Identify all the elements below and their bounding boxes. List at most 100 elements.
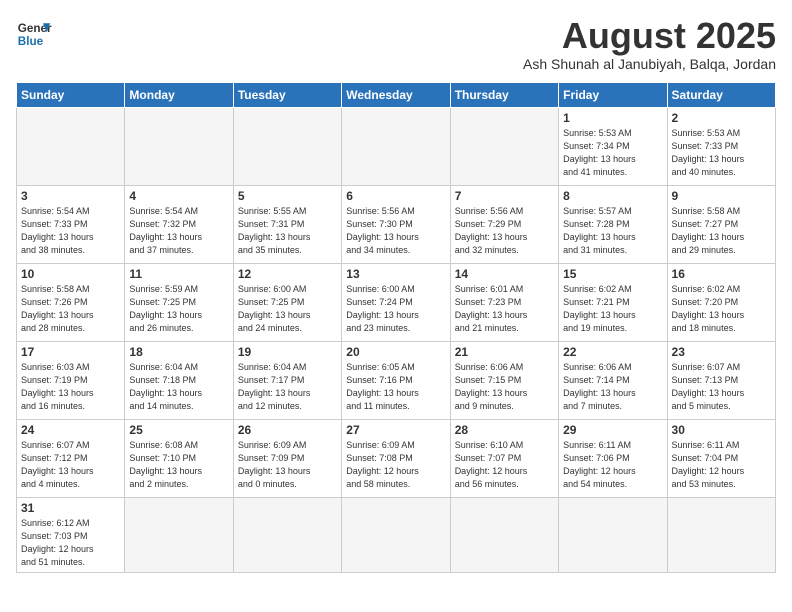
day-number: 29 — [563, 423, 662, 437]
calendar-cell: 1 Sunrise: 5:53 AM Sunset: 7:34 PM Daylig… — [559, 107, 667, 185]
day-info: Sunrise: 6:06 AM Sunset: 7:14 PM Dayligh… — [563, 361, 662, 413]
day-info: Sunrise: 6:07 AM Sunset: 7:12 PM Dayligh… — [21, 439, 120, 491]
day-info: Sunrise: 6:04 AM Sunset: 7:18 PM Dayligh… — [129, 361, 228, 413]
header: General Blue August 2025 Ash Shunah al J… — [16, 16, 776, 72]
calendar-cell: 16Sunrise: 6:02 AM Sunset: 7:20 PM Dayli… — [667, 263, 775, 341]
calendar-cell: 5Sunrise: 5:55 AM Sunset: 7:31 PM Daylig… — [233, 185, 341, 263]
calendar-cell: 30 Sunrise: 6:11 AM Sunset: 7:04 PM Dayli… — [667, 419, 775, 497]
day-number: 5 — [238, 189, 337, 203]
calendar-cell — [342, 497, 450, 572]
day-info: Sunrise: 6:06 AM Sunset: 7:15 PM Dayligh… — [455, 361, 554, 413]
calendar-cell: 15 Sunrise: 6:02 AM Sunset: 7:21 PM Dayli… — [559, 263, 667, 341]
calendar-cell: 18 Sunrise: 6:04 AM Sunset: 7:18 PM Dayli… — [125, 341, 233, 419]
day-info: Sunrise: 6:02 AM Sunset: 7:21 PM Dayligh… — [563, 283, 662, 335]
day-number: 6 — [346, 189, 445, 203]
day-info: Sunrise: 6:07 AM Sunset: 7:13 PM Dayligh… — [672, 361, 771, 413]
day-info: Sunrise: 6:01 AM Sunset: 7:23 PM Dayligh… — [455, 283, 554, 335]
calendar-cell — [667, 497, 775, 572]
header-sunday: Sunday — [17, 82, 125, 107]
header-tuesday: Tuesday — [233, 82, 341, 107]
day-number: 13 — [346, 267, 445, 281]
calendar-week-3: 17Sunrise: 6:03 AM Sunset: 7:19 PM Dayli… — [17, 341, 776, 419]
day-info: Sunrise: 6:00 AM Sunset: 7:25 PM Dayligh… — [238, 283, 337, 335]
calendar-week-4: 24 Sunrise: 6:07 AM Sunset: 7:12 PM Dayli… — [17, 419, 776, 497]
calendar-table: Sunday Monday Tuesday Wednesday Thursday… — [16, 82, 776, 573]
day-number: 15 — [563, 267, 662, 281]
calendar-week-0: 1 Sunrise: 5:53 AM Sunset: 7:34 PM Daylig… — [17, 107, 776, 185]
day-number: 1 — [563, 111, 662, 125]
day-number: 14 — [455, 267, 554, 281]
day-number: 30 — [672, 423, 771, 437]
calendar-cell — [559, 497, 667, 572]
calendar-title: August 2025 — [523, 16, 776, 56]
day-number: 10 — [21, 267, 120, 281]
day-info: Sunrise: 5:56 AM Sunset: 7:29 PM Dayligh… — [455, 205, 554, 257]
day-number: 8 — [563, 189, 662, 203]
day-info: Sunrise: 6:11 AM Sunset: 7:04 PM Dayligh… — [672, 439, 771, 491]
calendar-cell: 28Sunrise: 6:10 AM Sunset: 7:07 PM Dayli… — [450, 419, 558, 497]
day-info: Sunrise: 5:56 AM Sunset: 7:30 PM Dayligh… — [346, 205, 445, 257]
calendar-cell — [233, 107, 341, 185]
calendar-cell: 12Sunrise: 6:00 AM Sunset: 7:25 PM Dayli… — [233, 263, 341, 341]
logo-icon: General Blue — [16, 16, 52, 52]
day-info: Sunrise: 6:04 AM Sunset: 7:17 PM Dayligh… — [238, 361, 337, 413]
calendar-cell: 3 Sunrise: 5:54 AM Sunset: 7:33 PM Daylig… — [17, 185, 125, 263]
day-info: Sunrise: 5:57 AM Sunset: 7:28 PM Dayligh… — [563, 205, 662, 257]
calendar-cell: 29 Sunrise: 6:11 AM Sunset: 7:06 PM Dayli… — [559, 419, 667, 497]
calendar-cell: 4 Sunrise: 5:54 AM Sunset: 7:32 PM Daylig… — [125, 185, 233, 263]
day-number: 24 — [21, 423, 120, 437]
calendar-cell: 17Sunrise: 6:03 AM Sunset: 7:19 PM Dayli… — [17, 341, 125, 419]
day-info: Sunrise: 5:58 AM Sunset: 7:26 PM Dayligh… — [21, 283, 120, 335]
day-info: Sunrise: 5:54 AM Sunset: 7:33 PM Dayligh… — [21, 205, 120, 257]
calendar-cell: 25 Sunrise: 6:08 AM Sunset: 7:10 PM Dayli… — [125, 419, 233, 497]
calendar-cell: 13 Sunrise: 6:00 AM Sunset: 7:24 PM Dayli… — [342, 263, 450, 341]
calendar-cell: 2 Sunrise: 5:53 AM Sunset: 7:33 PM Daylig… — [667, 107, 775, 185]
day-number: 21 — [455, 345, 554, 359]
calendar-week-5: 31 Sunrise: 6:12 AM Sunset: 7:03 PM Dayli… — [17, 497, 776, 572]
calendar-cell: 9 Sunrise: 5:58 AM Sunset: 7:27 PM Daylig… — [667, 185, 775, 263]
calendar-cell — [125, 497, 233, 572]
day-number: 18 — [129, 345, 228, 359]
day-info: Sunrise: 6:02 AM Sunset: 7:20 PM Dayligh… — [672, 283, 771, 335]
calendar-cell — [233, 497, 341, 572]
header-row: Sunday Monday Tuesday Wednesday Thursday… — [17, 82, 776, 107]
day-number: 3 — [21, 189, 120, 203]
calendar-cell: 27 Sunrise: 6:09 AM Sunset: 7:08 PM Dayli… — [342, 419, 450, 497]
day-info: Sunrise: 6:09 AM Sunset: 7:09 PM Dayligh… — [238, 439, 337, 491]
day-number: 2 — [672, 111, 771, 125]
day-number: 9 — [672, 189, 771, 203]
page-wrapper: General Blue August 2025 Ash Shunah al J… — [16, 16, 776, 573]
day-number: 11 — [129, 267, 228, 281]
day-number: 31 — [21, 501, 120, 515]
day-info: Sunrise: 6:05 AM Sunset: 7:16 PM Dayligh… — [346, 361, 445, 413]
day-info: Sunrise: 6:12 AM Sunset: 7:03 PM Dayligh… — [21, 517, 120, 569]
header-thursday: Thursday — [450, 82, 558, 107]
calendar-cell: 8 Sunrise: 5:57 AM Sunset: 7:28 PM Daylig… — [559, 185, 667, 263]
calendar-cell: 24 Sunrise: 6:07 AM Sunset: 7:12 PM Dayli… — [17, 419, 125, 497]
calendar-cell: 23 Sunrise: 6:07 AM Sunset: 7:13 PM Dayli… — [667, 341, 775, 419]
day-info: Sunrise: 6:08 AM Sunset: 7:10 PM Dayligh… — [129, 439, 228, 491]
day-number: 25 — [129, 423, 228, 437]
day-info: Sunrise: 6:09 AM Sunset: 7:08 PM Dayligh… — [346, 439, 445, 491]
header-saturday: Saturday — [667, 82, 775, 107]
calendar-subtitle: Ash Shunah al Janubiyah, Balqa, Jordan — [523, 56, 776, 72]
day-info: Sunrise: 5:53 AM Sunset: 7:34 PM Dayligh… — [563, 127, 662, 179]
day-info: Sunrise: 6:03 AM Sunset: 7:19 PM Dayligh… — [21, 361, 120, 413]
calendar-week-1: 3 Sunrise: 5:54 AM Sunset: 7:33 PM Daylig… — [17, 185, 776, 263]
day-number: 23 — [672, 345, 771, 359]
calendar-cell: 22Sunrise: 6:06 AM Sunset: 7:14 PM Dayli… — [559, 341, 667, 419]
day-number: 28 — [455, 423, 554, 437]
day-info: Sunrise: 6:00 AM Sunset: 7:24 PM Dayligh… — [346, 283, 445, 335]
day-info: Sunrise: 6:11 AM Sunset: 7:06 PM Dayligh… — [563, 439, 662, 491]
day-number: 27 — [346, 423, 445, 437]
calendar-cell: 31 Sunrise: 6:12 AM Sunset: 7:03 PM Dayli… — [17, 497, 125, 572]
calendar-cell: 20Sunrise: 6:05 AM Sunset: 7:16 PM Dayli… — [342, 341, 450, 419]
day-info: Sunrise: 5:58 AM Sunset: 7:27 PM Dayligh… — [672, 205, 771, 257]
header-monday: Monday — [125, 82, 233, 107]
day-number: 26 — [238, 423, 337, 437]
day-info: Sunrise: 5:53 AM Sunset: 7:33 PM Dayligh… — [672, 127, 771, 179]
day-info: Sunrise: 5:59 AM Sunset: 7:25 PM Dayligh… — [129, 283, 228, 335]
day-info: Sunrise: 5:54 AM Sunset: 7:32 PM Dayligh… — [129, 205, 228, 257]
header-friday: Friday — [559, 82, 667, 107]
day-number: 4 — [129, 189, 228, 203]
